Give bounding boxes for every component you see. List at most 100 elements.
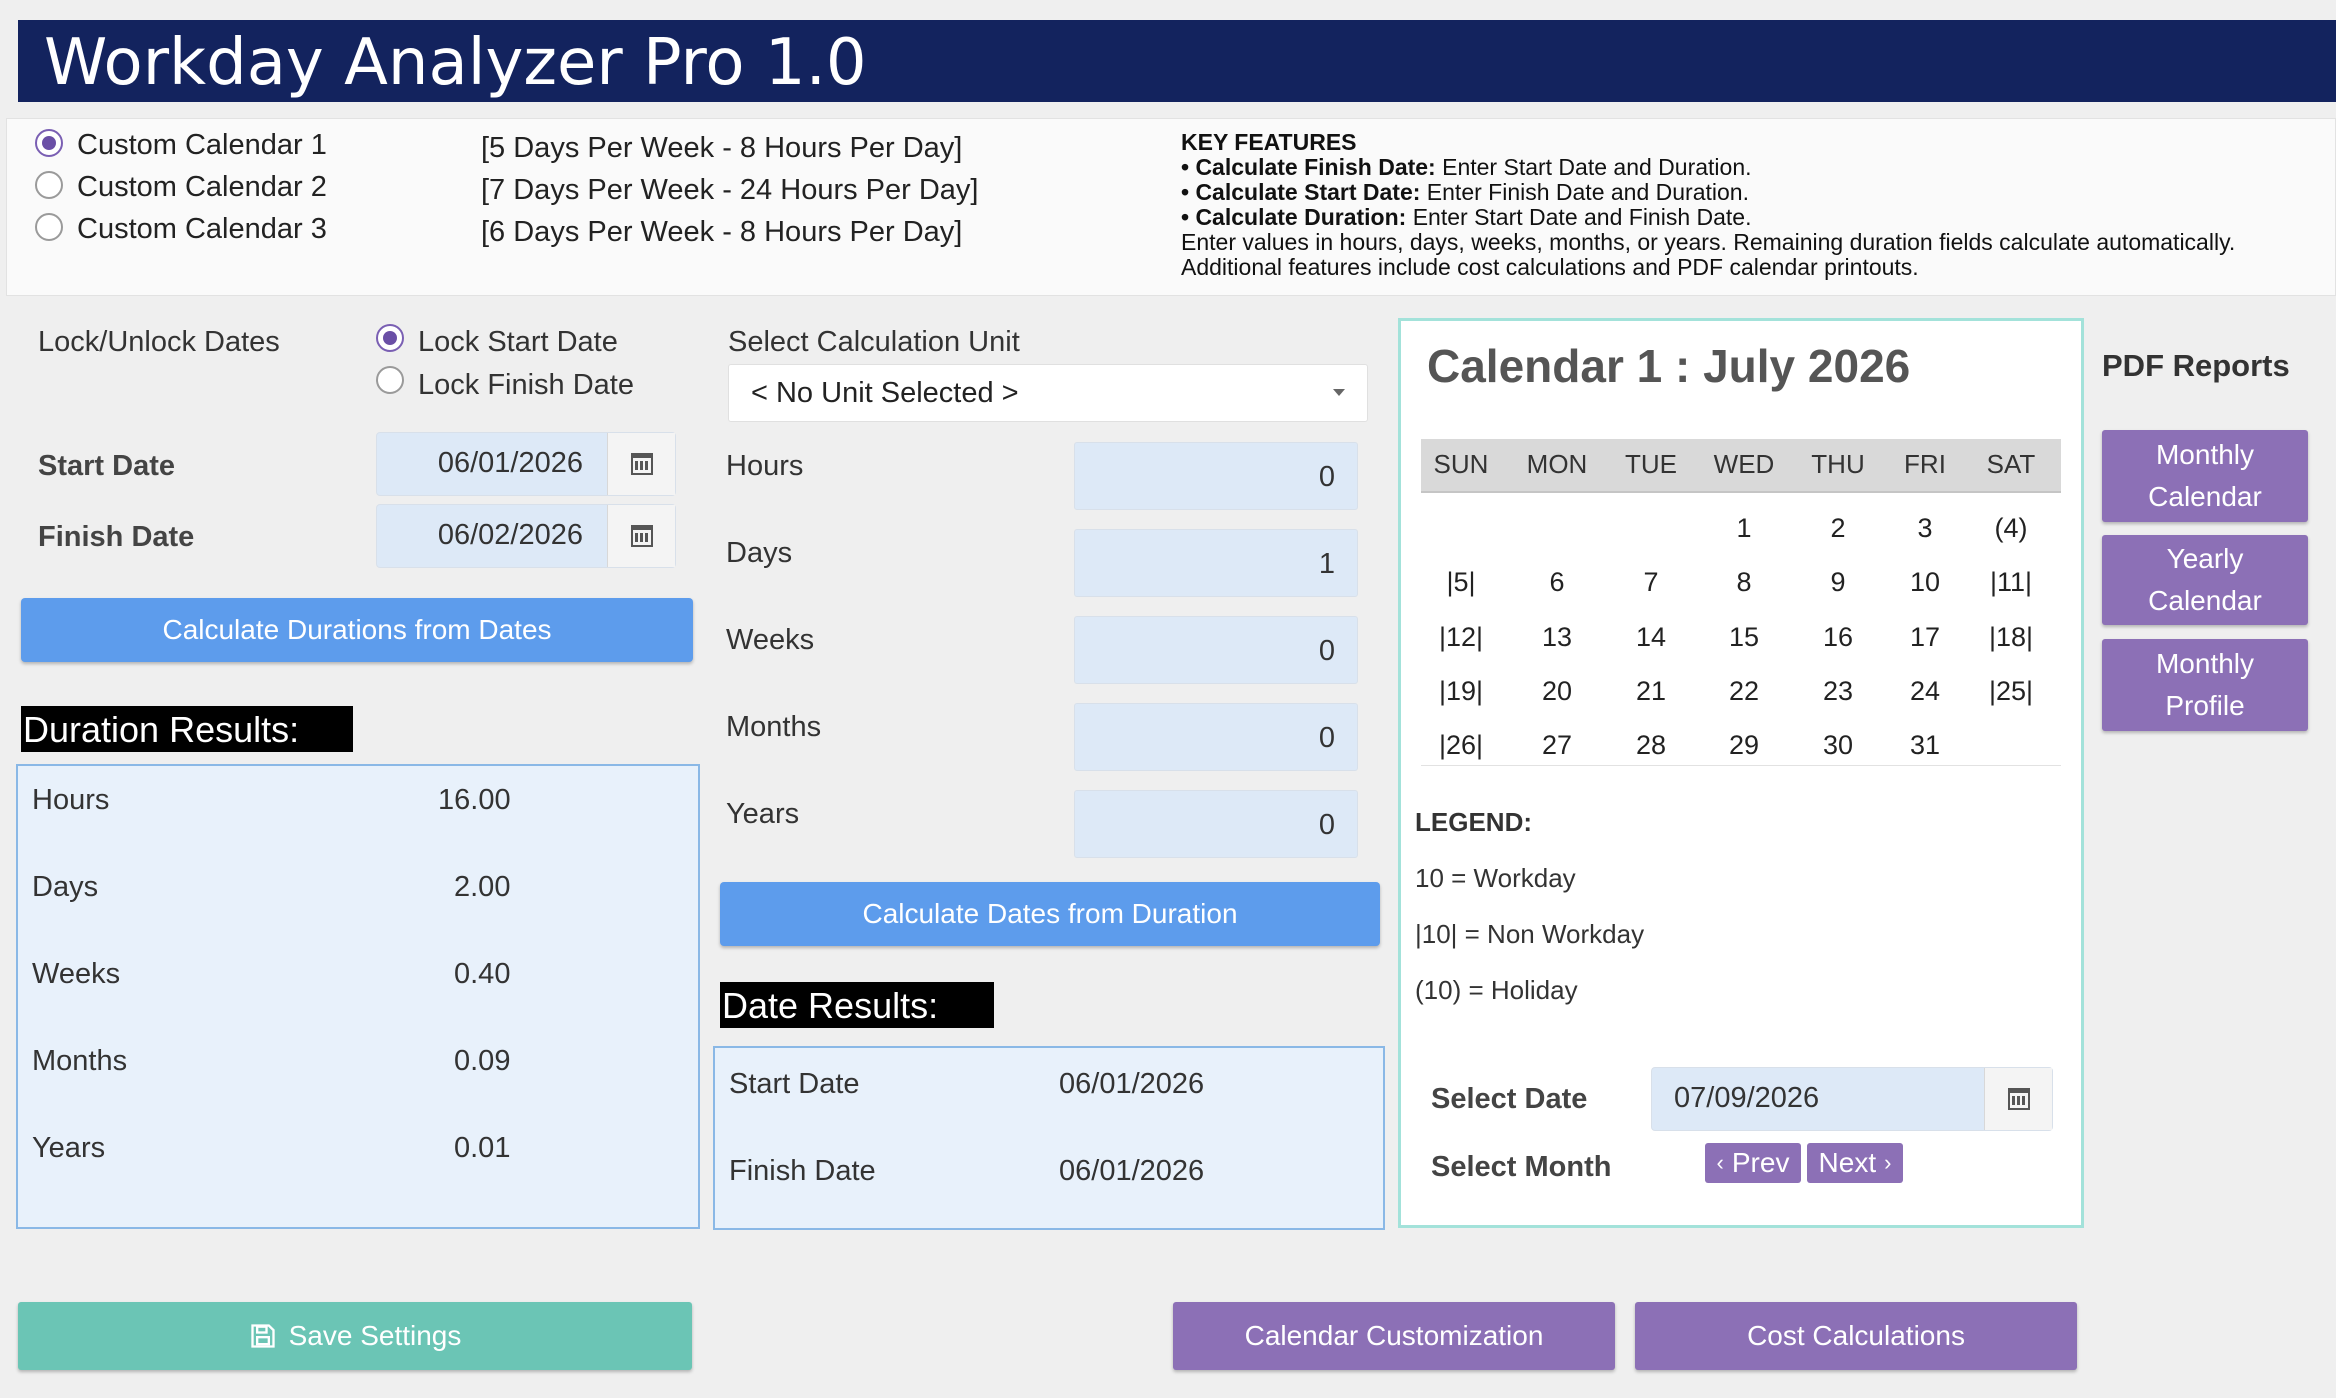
duration-days-value: 2.00 bbox=[454, 871, 511, 903]
calendar-day[interactable]: 21 bbox=[1611, 676, 1691, 707]
legend-workday: 10 = Workday bbox=[1415, 863, 1576, 893]
calendar-1-label[interactable]: Custom Calendar 1 bbox=[77, 129, 327, 162]
calendar-3-description: [6 Days Per Week - 8 Hours Per Day] bbox=[481, 216, 963, 248]
monthly-calendar-pdf-line2: Calendar bbox=[2148, 481, 2262, 512]
duration-hours-value: 16.00 bbox=[438, 784, 511, 816]
calendar-1-radio[interactable] bbox=[35, 129, 63, 157]
calendar-day[interactable]: |19| bbox=[1421, 676, 1501, 707]
cost-calculations-button[interactable]: Cost Calculations bbox=[1635, 1302, 2077, 1370]
finish-date-value: 06/02/2026 bbox=[437, 519, 583, 551]
key-feature-duration: • Calculate Duration: Enter Start Date a… bbox=[1181, 204, 1751, 231]
monthly-profile-pdf-button[interactable]: Monthly Profile bbox=[2102, 639, 2308, 731]
key-feature-duration-text: Enter Start Date and Finish Date. bbox=[1406, 204, 1752, 230]
lock-start-label[interactable]: Lock Start Date bbox=[418, 326, 618, 359]
calendar-day[interactable]: 10 bbox=[1885, 567, 1965, 598]
duration-results-box: Hours 16.00 Days 2.00 Weeks 0.40 Months … bbox=[16, 764, 700, 1229]
finish-date-input[interactable]: 06/02/2026 bbox=[376, 504, 676, 568]
calendar-2-description: [7 Days Per Week - 24 Hours Per Day] bbox=[481, 174, 979, 206]
lock-unlock-label: Lock/Unlock Dates bbox=[38, 326, 280, 358]
calculate-durations-button[interactable]: Calculate Durations from Dates bbox=[21, 598, 693, 662]
select-date-picker-button[interactable] bbox=[1984, 1068, 2052, 1130]
key-feature-duration-title: • Calculate Duration: bbox=[1181, 204, 1407, 230]
weekday-fri: FRI bbox=[1904, 449, 1946, 479]
start-date-picker-button[interactable] bbox=[607, 433, 675, 495]
unit-hours-input[interactable]: 0 bbox=[1074, 442, 1358, 510]
chevron-left-icon: ‹ bbox=[1716, 1150, 1724, 1175]
calendar-3-radio[interactable] bbox=[35, 213, 63, 241]
unit-years-value: 0 bbox=[1318, 809, 1335, 841]
lock-finish-radio[interactable] bbox=[376, 366, 404, 394]
calendar-day[interactable]: |26| bbox=[1421, 730, 1501, 761]
next-month-button[interactable]: Next › bbox=[1807, 1143, 1903, 1183]
monthly-profile-pdf-line2: Profile bbox=[2165, 690, 2245, 721]
unit-hours-value: 0 bbox=[1318, 461, 1335, 493]
calendar-day[interactable]: 6 bbox=[1517, 567, 1597, 598]
finish-date-picker-button[interactable] bbox=[607, 505, 675, 567]
calendar-day[interactable]: |25| bbox=[1971, 676, 2051, 707]
calendar-day[interactable]: |11| bbox=[1971, 567, 2051, 598]
start-date-input[interactable]: 06/01/2026 bbox=[376, 432, 676, 496]
weekday-thu: THU bbox=[1811, 449, 1865, 479]
calendar-day[interactable]: 28 bbox=[1611, 730, 1691, 761]
unit-years-input[interactable]: 0 bbox=[1074, 790, 1358, 858]
monthly-calendar-pdf-line1: Monthly bbox=[2155, 439, 2255, 470]
calendar-day[interactable]: 22 bbox=[1704, 676, 1784, 707]
calendar-day[interactable]: 1 bbox=[1704, 513, 1784, 544]
calendar-day[interactable]: 16 bbox=[1798, 622, 1878, 653]
calendar-day[interactable]: 24 bbox=[1885, 676, 1965, 707]
calendar-day[interactable]: 27 bbox=[1517, 730, 1597, 761]
select-date-input[interactable]: 07/09/2026 bbox=[1651, 1067, 2053, 1131]
calendar-day[interactable]: 29 bbox=[1704, 730, 1784, 761]
duration-years-value: 0.01 bbox=[454, 1132, 511, 1164]
unit-weeks-label: Weeks bbox=[726, 624, 815, 656]
unit-weeks-value: 0 bbox=[1318, 635, 1335, 667]
calendar-2-radio[interactable] bbox=[35, 171, 63, 199]
calendar-day[interactable]: 14 bbox=[1611, 622, 1691, 653]
calendar-day[interactable]: |12| bbox=[1421, 622, 1501, 653]
unit-hours-label: Hours bbox=[726, 450, 804, 482]
calendar-weekday-header: SUN MON TUE WED THU FRI SAT bbox=[1421, 439, 2061, 493]
calendar-day[interactable]: 3 bbox=[1885, 513, 1965, 544]
duration-weeks-label: Weeks bbox=[32, 958, 121, 990]
calendar-day[interactable]: 9 bbox=[1798, 567, 1878, 598]
select-month-label: Select Month bbox=[1431, 1151, 1612, 1183]
calendar-3-label[interactable]: Custom Calendar 3 bbox=[77, 213, 327, 246]
lock-finish-label[interactable]: Lock Finish Date bbox=[418, 369, 634, 402]
unit-days-value: 1 bbox=[1318, 548, 1335, 580]
calendar-day[interactable]: 20 bbox=[1517, 676, 1597, 707]
unit-months-input[interactable]: 0 bbox=[1074, 703, 1358, 771]
calculate-dates-button[interactable]: Calculate Dates from Duration bbox=[720, 882, 1380, 946]
calendar-day[interactable]: 30 bbox=[1798, 730, 1878, 761]
calendar-day[interactable]: (4) bbox=[1971, 513, 2051, 544]
calendar-day[interactable]: 8 bbox=[1704, 567, 1784, 598]
calendar-day[interactable]: |5| bbox=[1421, 567, 1501, 598]
finish-date-label: Finish Date bbox=[38, 521, 195, 553]
calendar-day[interactable]: 31 bbox=[1885, 730, 1965, 761]
monthly-calendar-pdf-button[interactable]: Monthly Calendar bbox=[2102, 430, 2308, 522]
calc-unit-select[interactable]: < No Unit Selected > bbox=[728, 364, 1368, 422]
calendar-1-description: [5 Days Per Week - 8 Hours Per Day] bbox=[481, 132, 963, 164]
calendar-day[interactable]: 17 bbox=[1885, 622, 1965, 653]
calendar-day[interactable]: 7 bbox=[1611, 567, 1691, 598]
calendar-day[interactable]: 13 bbox=[1517, 622, 1597, 653]
lock-start-radio[interactable] bbox=[376, 324, 404, 352]
calendar-2-label[interactable]: Custom Calendar 2 bbox=[77, 171, 327, 204]
yearly-calendar-pdf-button[interactable]: Yearly Calendar bbox=[2102, 535, 2308, 625]
key-feature-finish: • Calculate Finish Date: Enter Start Dat… bbox=[1181, 154, 1752, 181]
calendar-customization-button[interactable]: Calendar Customization bbox=[1173, 1302, 1615, 1370]
calendar-day[interactable]: |18| bbox=[1971, 622, 2051, 653]
unit-years-label: Years bbox=[726, 798, 800, 830]
unit-days-input[interactable]: 1 bbox=[1074, 529, 1358, 597]
key-features-note-2: Additional features include cost calcula… bbox=[1181, 254, 1919, 280]
key-feature-finish-title: • Calculate Finish Date: bbox=[1181, 154, 1436, 180]
calendar-day[interactable]: 2 bbox=[1798, 513, 1878, 544]
calendar-day[interactable]: 15 bbox=[1704, 622, 1784, 653]
calendar-day[interactable]: 23 bbox=[1798, 676, 1878, 707]
unit-weeks-input[interactable]: 0 bbox=[1074, 616, 1358, 684]
prev-month-button[interactable]: ‹ Prev bbox=[1705, 1143, 1801, 1183]
calendar-title: Calendar 1 : July 2026 bbox=[1427, 340, 1911, 392]
select-date-label: Select Date bbox=[1431, 1083, 1588, 1115]
legend-non-workday: |10| = Non Workday bbox=[1415, 919, 1645, 949]
save-settings-button[interactable]: Save Settings bbox=[18, 1302, 692, 1370]
floppy-disk-icon bbox=[250, 1324, 275, 1348]
